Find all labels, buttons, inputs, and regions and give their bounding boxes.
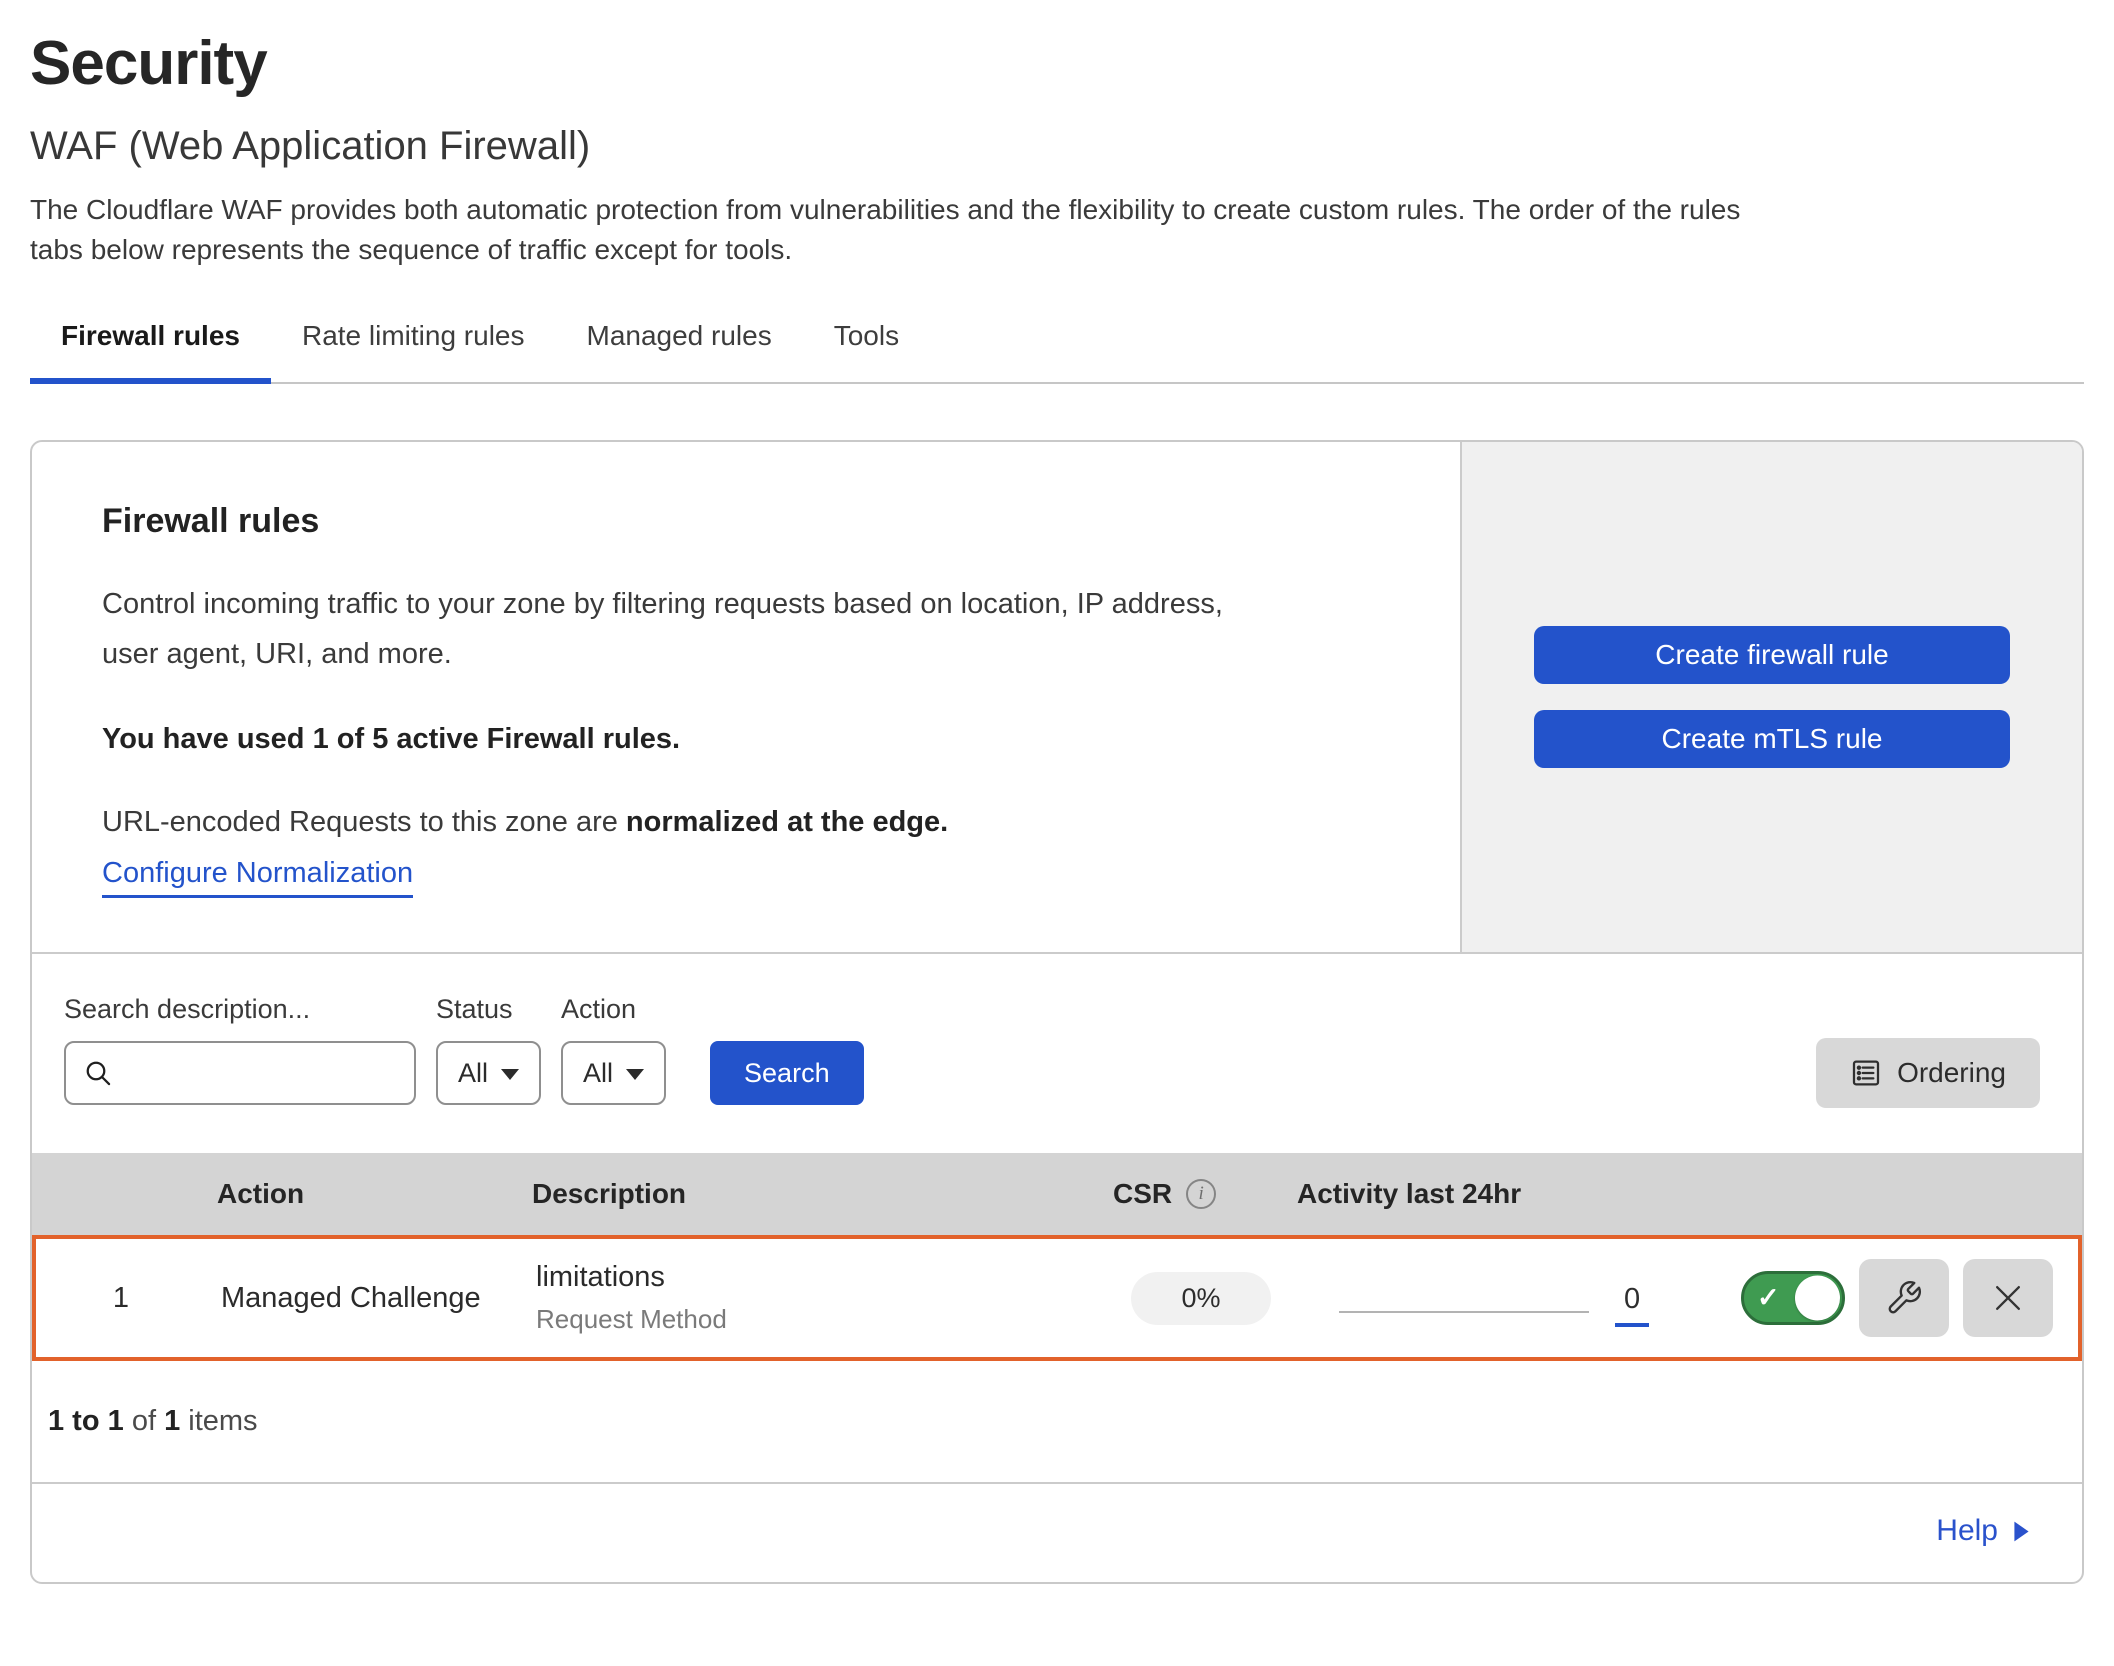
rule-enabled-toggle[interactable]: ✓ xyxy=(1741,1271,1845,1325)
column-header-activity: Activity last 24hr xyxy=(1297,1178,1737,1210)
status-filter-group: Status All xyxy=(436,994,541,1105)
card-body: Control incoming traffic to your zone by… xyxy=(102,579,1390,679)
action-filter-group: Action All xyxy=(561,994,666,1105)
edit-rule-button[interactable] xyxy=(1859,1259,1949,1337)
chevron-down-icon xyxy=(501,1069,519,1080)
normalization-prefix: URL-encoded Requests to this zone are xyxy=(102,806,626,838)
help-arrow-icon xyxy=(2013,1520,2030,1543)
rule-description-detail: Request Method xyxy=(536,1304,1101,1335)
page-title: Security xyxy=(30,28,2084,100)
table-row: 1 Managed Challenge limitations Request … xyxy=(32,1235,2082,1361)
tab-bar: Firewall rules Rate limiting rules Manag… xyxy=(30,312,2084,384)
rule-description: limitations xyxy=(536,1261,1101,1294)
column-header-description: Description xyxy=(517,1178,1097,1210)
search-button[interactable]: Search xyxy=(710,1041,864,1105)
search-input-wrapper xyxy=(64,1041,416,1105)
pagination-range: 1 to 1 xyxy=(48,1405,124,1437)
create-mtls-rule-button[interactable]: Create mTLS rule xyxy=(1534,710,2010,768)
column-header-csr: CSR i xyxy=(1097,1178,1297,1210)
info-icon[interactable]: i xyxy=(1186,1179,1216,1209)
search-input[interactable] xyxy=(114,1058,414,1089)
card-body-line2: user agent, URI, and more. xyxy=(102,638,452,670)
normalization-text: URL-encoded Requests to this zone are no… xyxy=(102,806,1390,839)
firewall-rules-card: Firewall rules Control incoming traffic … xyxy=(32,442,2082,954)
pagination-total: 1 xyxy=(164,1405,180,1437)
csr-header-label: CSR xyxy=(1113,1178,1172,1210)
search-icon xyxy=(82,1057,114,1089)
action-select-value: All xyxy=(583,1058,613,1089)
rule-description-cell: limitations Request Method xyxy=(521,1261,1101,1335)
tab-tools[interactable]: Tools xyxy=(803,312,930,384)
card-heading: Firewall rules xyxy=(102,502,1390,541)
close-icon xyxy=(1988,1278,2028,1318)
toggle-knob xyxy=(1795,1276,1840,1321)
security-waf-page: Security WAF (Web Application Firewall) … xyxy=(0,28,2114,1584)
ordering-list-icon xyxy=(1850,1057,1882,1089)
card-body-line1: Control incoming traffic to your zone by… xyxy=(102,588,1223,620)
firewall-rules-panel: Firewall rules Control incoming traffic … xyxy=(30,440,2084,1584)
wrench-icon xyxy=(1885,1279,1923,1317)
filter-toolbar: Search description... Status All xyxy=(32,954,2082,1153)
delete-rule-button[interactable] xyxy=(1963,1259,2053,1337)
rule-csr-cell: 0% xyxy=(1101,1272,1301,1325)
search-description-label: Search description... xyxy=(64,994,416,1025)
tab-managed-rules[interactable]: Managed rules xyxy=(556,312,803,384)
rule-controls-cell: ✓ xyxy=(1741,1259,2083,1337)
chevron-down-icon xyxy=(626,1069,644,1080)
status-select[interactable]: All xyxy=(436,1041,541,1105)
check-icon: ✓ xyxy=(1757,1283,1780,1314)
status-label: Status xyxy=(436,994,541,1025)
action-select[interactable]: All xyxy=(561,1041,666,1105)
search-button-group: Search xyxy=(666,994,864,1105)
pagination-summary: 1 to 1 of 1 items xyxy=(32,1361,2082,1484)
firewall-rules-card-content: Firewall rules Control incoming traffic … xyxy=(32,442,1460,952)
create-firewall-rule-button[interactable]: Create firewall rule xyxy=(1534,626,2010,684)
activity-count-link[interactable]: 0 xyxy=(1615,1283,1649,1327)
help-link-label: Help xyxy=(1936,1514,1998,1548)
activity-sparkline xyxy=(1339,1311,1589,1313)
action-label: Action xyxy=(561,994,666,1025)
page-description: The Cloudflare WAF provides both automat… xyxy=(30,190,2084,270)
usage-text: You have used 1 of 5 active Firewall rul… xyxy=(102,723,1390,756)
normalization-bold: normalized at the edge. xyxy=(626,806,948,838)
page-description-line2: tabs below represents the sequence of tr… xyxy=(30,234,792,265)
page-subtitle: WAF (Web Application Firewall) xyxy=(30,122,2084,170)
pagination-of: of xyxy=(132,1405,156,1437)
rule-action: Managed Challenge xyxy=(206,1282,521,1315)
help-link[interactable]: Help xyxy=(1936,1514,2030,1548)
status-select-value: All xyxy=(458,1058,488,1089)
tab-firewall-rules[interactable]: Firewall rules xyxy=(30,312,271,384)
ordering-button-label: Ordering xyxy=(1897,1057,2006,1089)
ordering-button[interactable]: Ordering xyxy=(1816,1038,2040,1108)
card-actions-panel: Create firewall rule Create mTLS rule xyxy=(1460,442,2082,952)
pagination-items: items xyxy=(188,1405,257,1437)
tab-rate-limiting-rules[interactable]: Rate limiting rules xyxy=(271,312,556,384)
rule-activity-cell: 0 xyxy=(1301,1276,1741,1320)
csr-badge: 0% xyxy=(1131,1272,1271,1325)
table-header-row: Action Description CSR i Activity last 2… xyxy=(32,1153,2082,1235)
search-group: Search description... xyxy=(64,994,416,1105)
page-description-line1: The Cloudflare WAF provides both automat… xyxy=(30,194,1740,225)
help-bar: Help xyxy=(32,1484,2082,1582)
configure-normalization-link[interactable]: Configure Normalization xyxy=(102,857,413,898)
column-header-action: Action xyxy=(202,1178,517,1210)
rule-priority: 1 xyxy=(36,1282,206,1315)
